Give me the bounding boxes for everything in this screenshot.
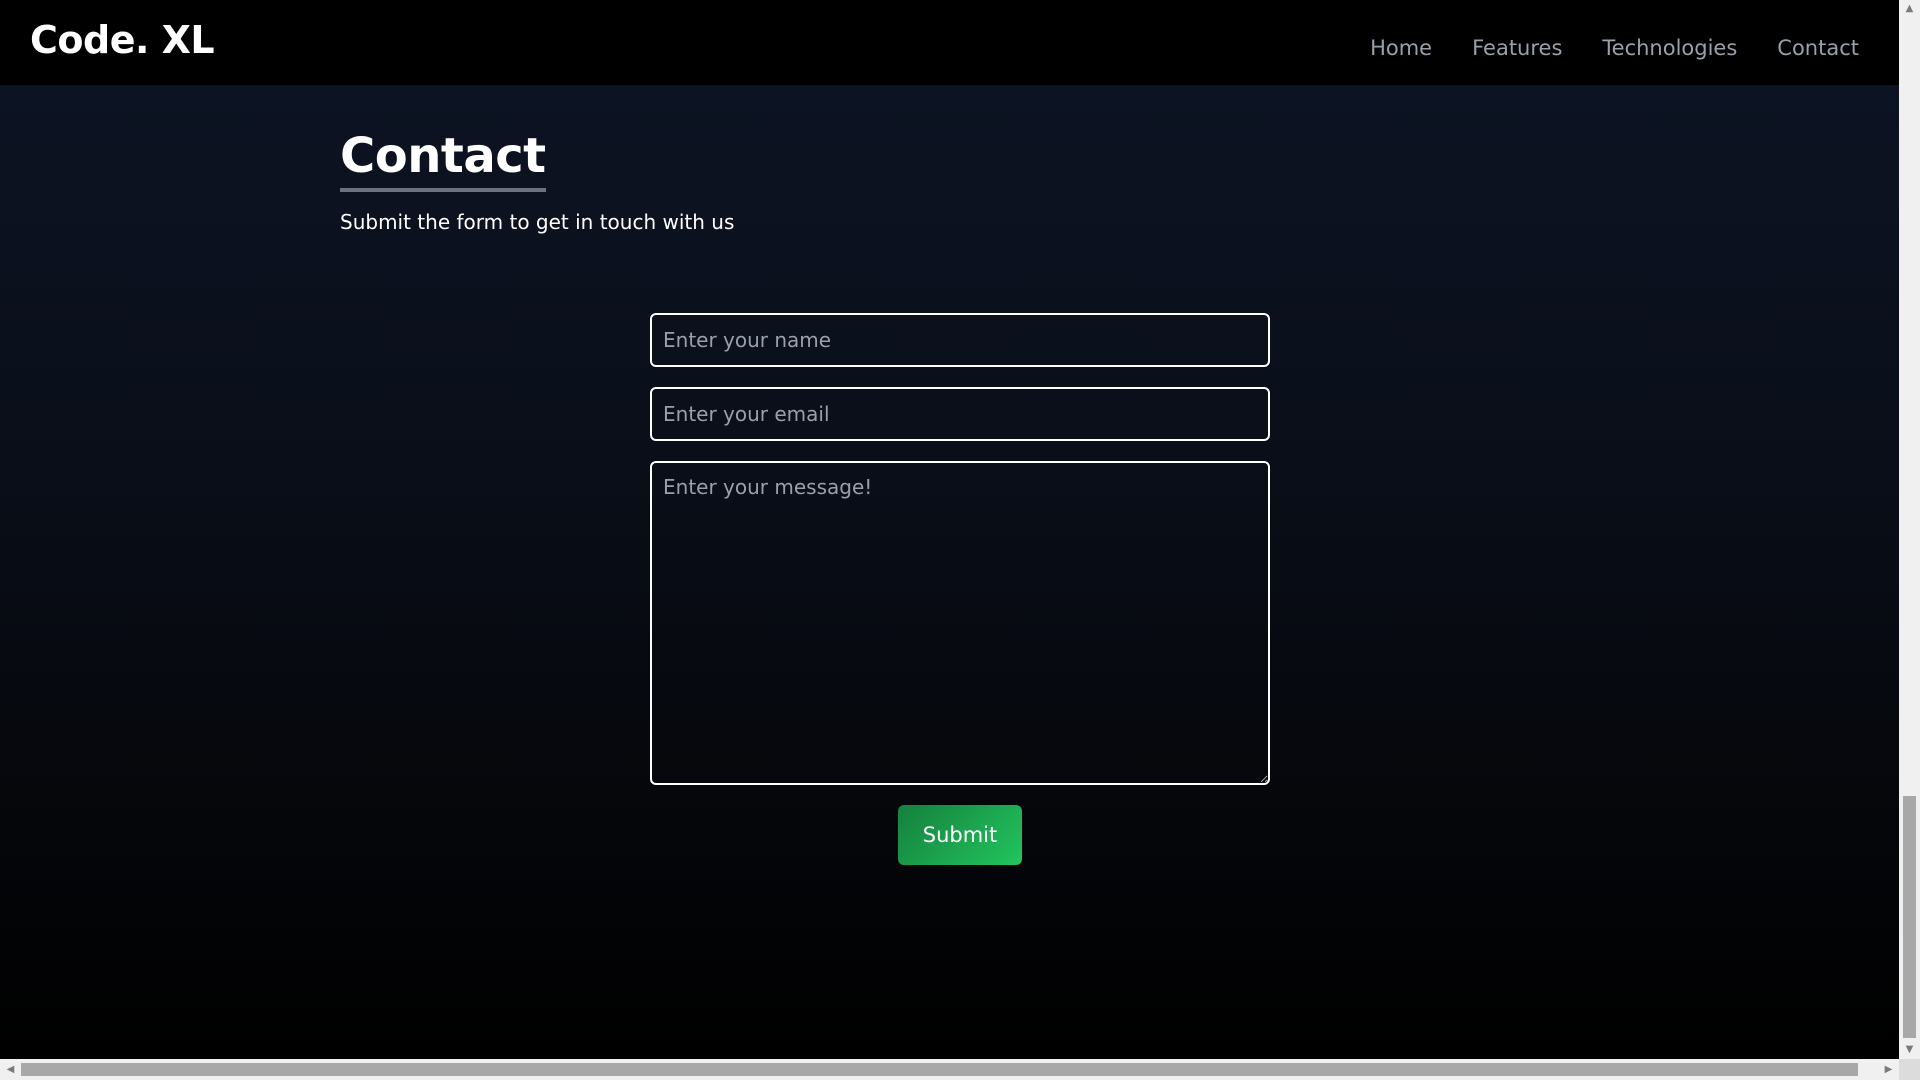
- email-input[interactable]: [650, 387, 1270, 441]
- nav-links: Home Features Technologies Contact: [1370, 36, 1859, 60]
- vertical-scrollbar[interactable]: ▲ ▼: [1899, 0, 1920, 1059]
- nav-link-home[interactable]: Home: [1370, 36, 1432, 60]
- contact-form: Submit: [650, 313, 1270, 865]
- nav-link-contact[interactable]: Contact: [1777, 36, 1859, 60]
- page-title: Contact: [340, 128, 546, 192]
- left-arrow-icon[interactable]: ◀: [0, 1059, 21, 1080]
- contact-section-header: Contact Submit the form to get in touch …: [340, 128, 734, 234]
- horizontal-scrollbar-thumb[interactable]: [21, 1063, 1858, 1076]
- message-textarea[interactable]: [650, 461, 1270, 785]
- brand-logo[interactable]: Code. XL: [30, 18, 215, 62]
- nav-link-features[interactable]: Features: [1472, 36, 1562, 60]
- scrollbar-corner: [1899, 1059, 1920, 1080]
- right-arrow-icon[interactable]: ▶: [1878, 1059, 1899, 1080]
- page-subtitle: Submit the form to get in touch with us: [340, 210, 735, 234]
- submit-wrapper: Submit: [650, 805, 1270, 865]
- up-arrow-icon[interactable]: ▲: [1899, 0, 1920, 18]
- down-arrow-icon[interactable]: ▼: [1899, 1041, 1920, 1059]
- nav-link-technologies[interactable]: Technologies: [1602, 36, 1737, 60]
- vertical-scrollbar-thumb[interactable]: [1903, 796, 1916, 1038]
- page-viewport: Code. XL Home Features Technologies Cont…: [0, 0, 1899, 1059]
- submit-button[interactable]: Submit: [898, 805, 1022, 865]
- horizontal-scrollbar[interactable]: ◀ ▶: [0, 1059, 1899, 1080]
- name-input[interactable]: [650, 313, 1270, 367]
- navbar: Code. XL Home Features Technologies Cont…: [0, 0, 1899, 85]
